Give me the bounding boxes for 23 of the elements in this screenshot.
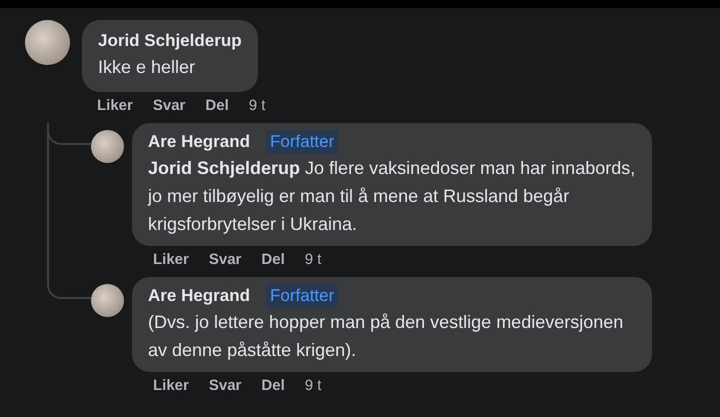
comment-author[interactable]: Are Hegrand xyxy=(148,130,250,154)
author-badge: Forfatter xyxy=(266,284,338,308)
comment-author[interactable]: Jorid Schjelderup xyxy=(98,29,242,53)
action-link[interactable]: Liker xyxy=(153,250,189,270)
action-link[interactable]: Del xyxy=(205,96,229,116)
action-link[interactable]: Liker xyxy=(97,96,133,116)
comment-text: Ikke e heller xyxy=(98,56,196,79)
avatar-photo-placeholder[interactable] xyxy=(91,130,124,163)
avatar-photo-placeholder[interactable] xyxy=(91,284,124,317)
action-link[interactable]: Liker xyxy=(153,376,189,396)
comment-time[interactable]: 9 t xyxy=(304,250,322,270)
comment-author[interactable]: Are Hegrand xyxy=(148,284,250,308)
avatar-photo-placeholder[interactable] xyxy=(25,20,70,65)
author-badge: Forfatter xyxy=(266,130,338,154)
comment-text: Jorid Schjelderup Jo flere vaksinedoser man har innabords, jo mer tilbøyelig er man til å mene at Russland begår krigsforbrytelser i Ukraina. xyxy=(148,157,636,236)
comment-text: (Dvs. jo lettere hopper man på den vestlige medieversjonen av denne påståtte krigen). xyxy=(148,311,624,362)
comment-time[interactable]: 9 t xyxy=(248,96,266,116)
action-link[interactable]: Del xyxy=(261,250,285,270)
action-link[interactable]: Svar xyxy=(208,250,242,270)
comment-time[interactable]: 9 t xyxy=(304,376,322,396)
action-link[interactable]: Del xyxy=(261,376,285,396)
action-link[interactable]: Svar xyxy=(152,96,186,116)
action-link[interactable]: Svar xyxy=(208,376,242,396)
